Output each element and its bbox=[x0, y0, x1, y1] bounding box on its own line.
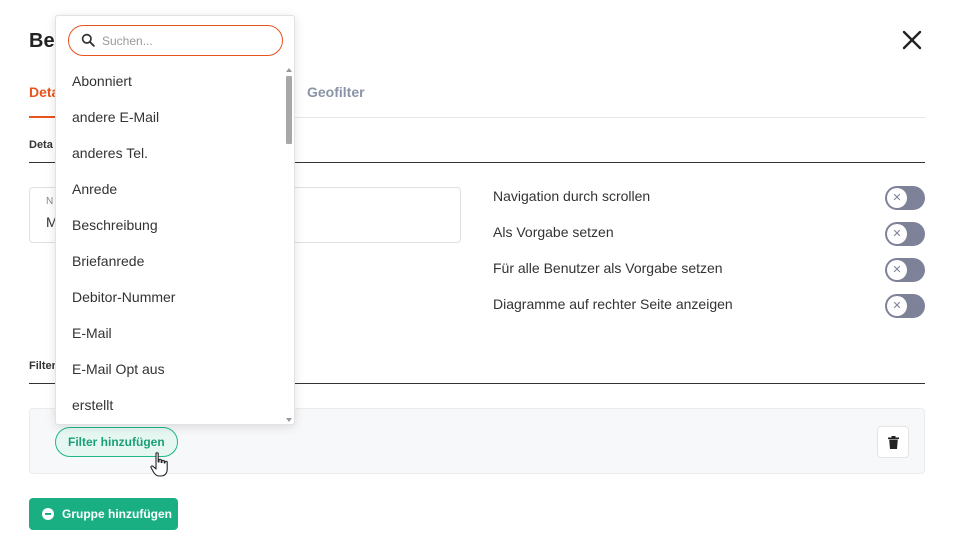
dropdown-option[interactable]: anderes Tel. bbox=[56, 135, 284, 171]
charts-right-toggle[interactable]: ✕ bbox=[885, 294, 925, 318]
close-icon bbox=[902, 30, 922, 50]
add-group-label: Gruppe hinzufügen bbox=[62, 507, 172, 521]
scroll-up-arrow-icon[interactable] bbox=[286, 68, 292, 72]
hand-cursor-icon bbox=[150, 452, 168, 477]
dropdown-option[interactable]: Beschreibung bbox=[56, 207, 284, 243]
scroll-navigation-toggle[interactable]: ✕ bbox=[885, 186, 925, 210]
dropdown-option[interactable]: Briefanrede bbox=[56, 243, 284, 279]
close-button[interactable] bbox=[898, 26, 926, 54]
toggle-row-set-default: Als Vorgabe setzen ✕ bbox=[493, 222, 925, 248]
default-all-users-toggle[interactable]: ✕ bbox=[885, 258, 925, 282]
toggle-label: Für alle Benutzer als Vorgabe setzen bbox=[493, 260, 723, 276]
name-field-label: N bbox=[46, 196, 54, 207]
filter-modal: Ber Deta Geofilter Deta N M Navigation d… bbox=[0, 0, 957, 554]
tab-geofilter[interactable]: Geofilter bbox=[307, 84, 365, 100]
dropdown-option[interactable]: erstellt bbox=[56, 387, 284, 423]
dropdown-option[interactable]: Abonniert bbox=[56, 63, 284, 99]
toggle-off-icon: ✕ bbox=[887, 188, 907, 208]
field-select-dropdown: Abonniert andere E-Mail anderes Tel. Anr… bbox=[55, 15, 295, 425]
dropdown-search bbox=[68, 25, 283, 56]
minus-circle-icon bbox=[42, 508, 54, 520]
toggle-label: Als Vorgabe setzen bbox=[493, 224, 614, 240]
search-icon bbox=[81, 33, 95, 47]
toggle-row-charts-right: Diagramme auf rechter Seite anzeigen ✕ bbox=[493, 294, 925, 320]
toggle-label: Diagramme auf rechter Seite anzeigen bbox=[493, 296, 733, 312]
trash-icon bbox=[888, 436, 899, 449]
toggle-off-icon: ✕ bbox=[887, 260, 907, 280]
delete-group-button[interactable] bbox=[877, 426, 909, 458]
toggle-row-default-all-users: Für alle Benutzer als Vorgabe setzen ✕ bbox=[493, 258, 925, 284]
dropdown-option[interactable]: E-Mail bbox=[56, 315, 284, 351]
add-group-button[interactable]: Gruppe hinzufügen bbox=[29, 498, 178, 530]
toggle-off-icon: ✕ bbox=[887, 224, 907, 244]
dropdown-option-list: Abonniert andere E-Mail anderes Tel. Anr… bbox=[56, 63, 284, 423]
set-default-toggle[interactable]: ✕ bbox=[885, 222, 925, 246]
dropdown-scrollbar[interactable] bbox=[285, 68, 293, 422]
toggle-row-scroll-navigation: Navigation durch scrollen ✕ bbox=[493, 186, 925, 212]
dropdown-option[interactable]: E-Mail Opt aus bbox=[56, 351, 284, 387]
toggle-off-icon: ✕ bbox=[887, 296, 907, 316]
dropdown-option[interactable]: andere E-Mail bbox=[56, 99, 284, 135]
dropdown-option[interactable]: Debitor-Nummer bbox=[56, 279, 284, 315]
scrollbar-thumb[interactable] bbox=[286, 76, 292, 144]
toggle-label: Navigation durch scrollen bbox=[493, 188, 651, 204]
scroll-down-arrow-icon[interactable] bbox=[286, 418, 292, 422]
dropdown-option[interactable]: Anrede bbox=[56, 171, 284, 207]
filter-section-label: Filter bbox=[29, 360, 56, 372]
details-section-label: Deta bbox=[29, 139, 53, 151]
search-input[interactable] bbox=[102, 31, 272, 51]
active-tab-indicator bbox=[29, 116, 55, 118]
